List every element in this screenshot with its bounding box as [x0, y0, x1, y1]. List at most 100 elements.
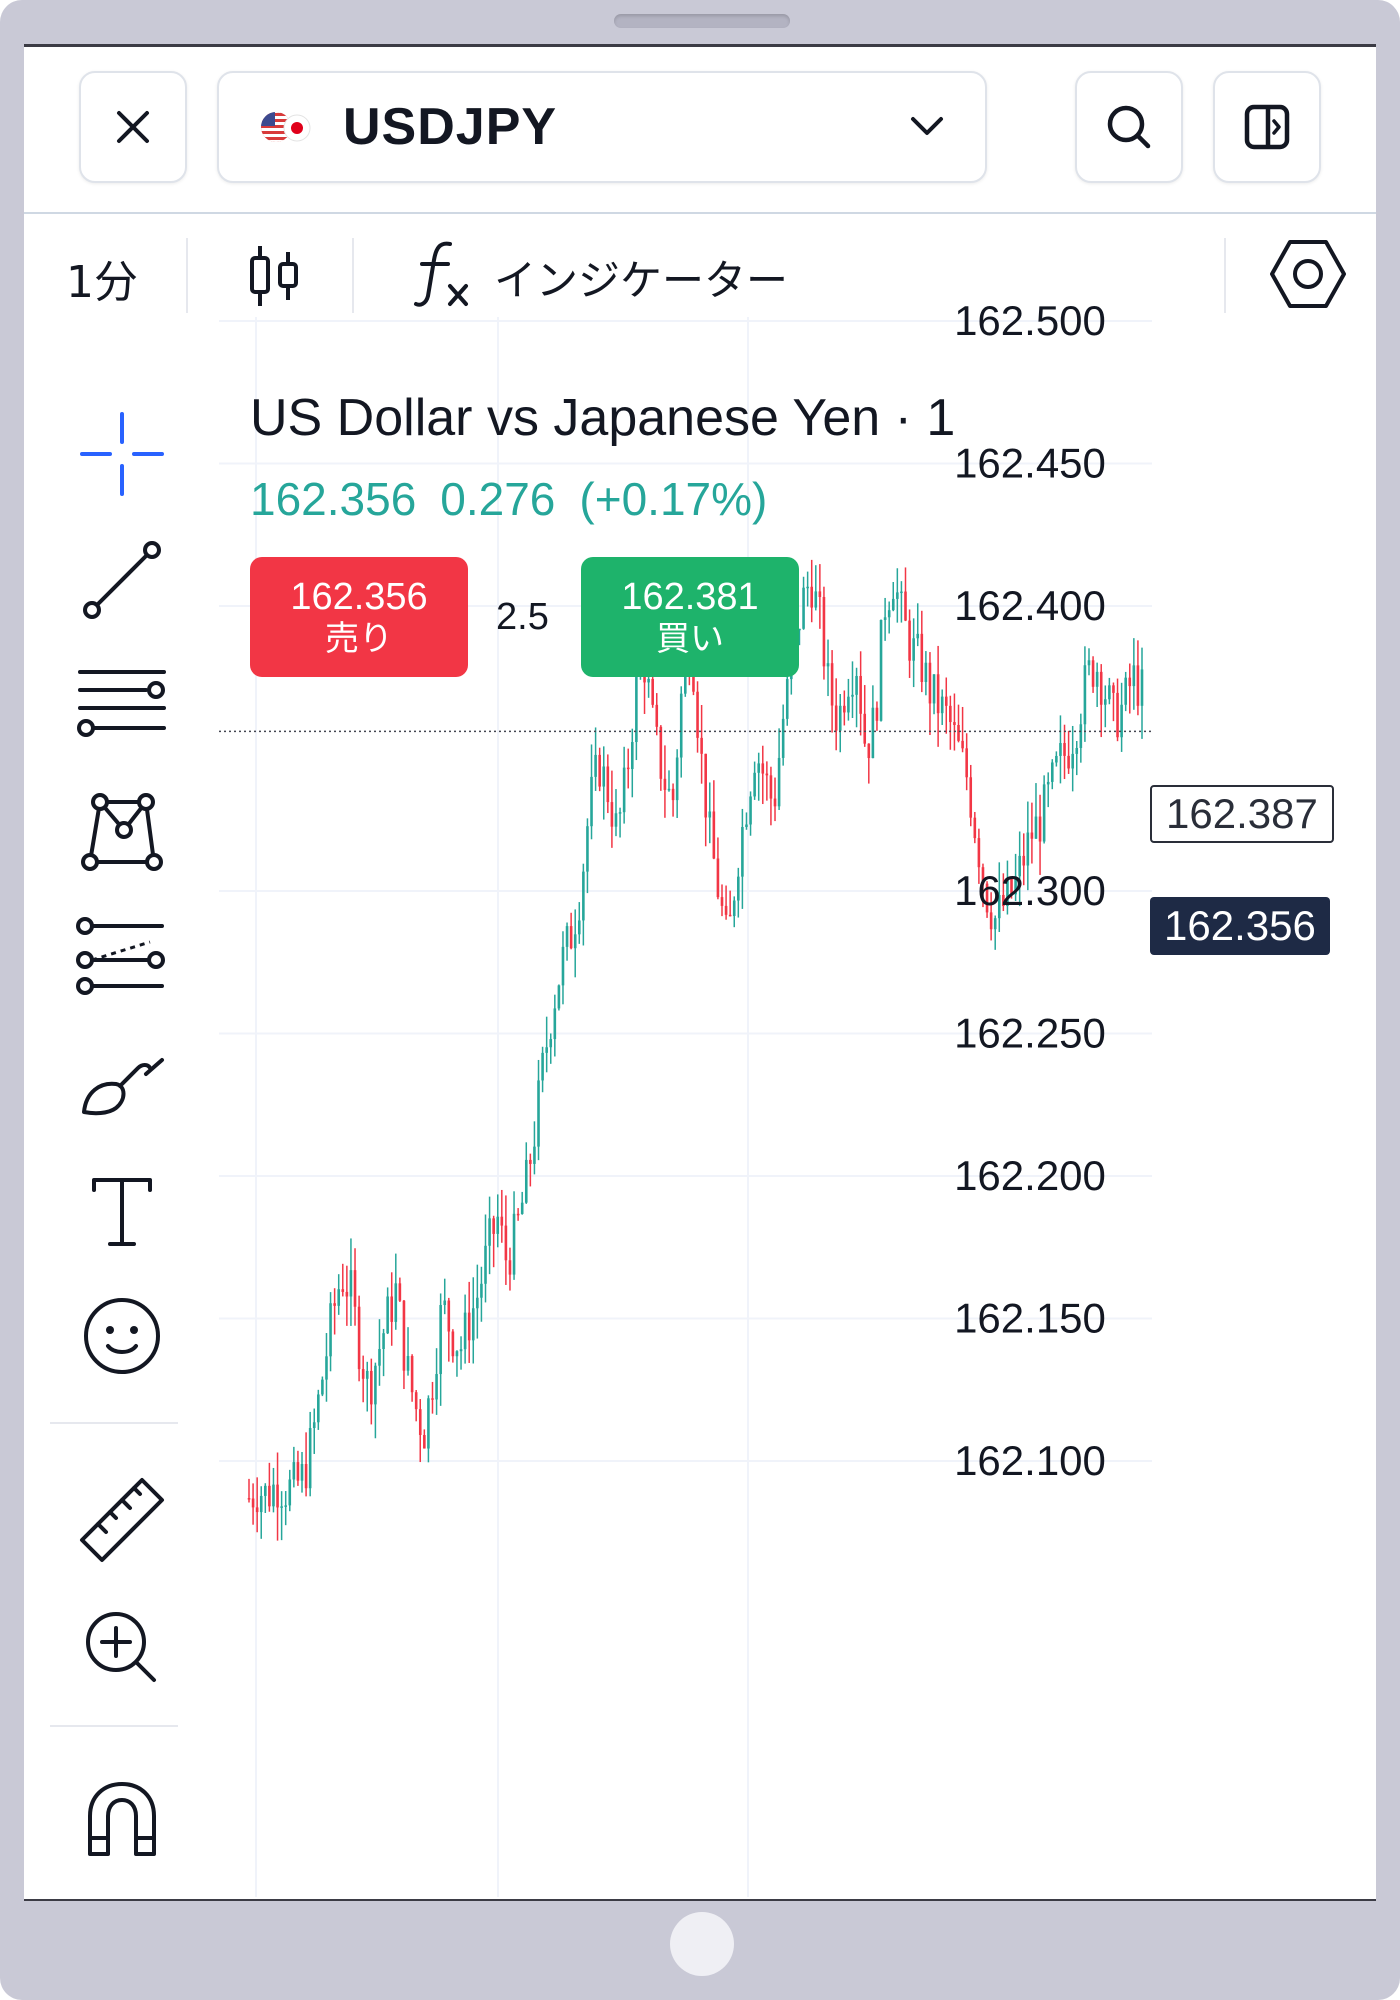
candle-body	[251, 1498, 255, 1508]
candle-body	[296, 1462, 300, 1481]
candle-body	[663, 778, 667, 790]
candle-body	[635, 676, 638, 743]
candle-body	[484, 1245, 487, 1284]
candle-body	[325, 1356, 328, 1380]
candle-body	[1071, 753, 1074, 769]
candle-body	[777, 757, 781, 807]
candle-body	[349, 1270, 353, 1297]
candle-body	[427, 1398, 430, 1449]
emoji-tool[interactable]	[74, 1288, 170, 1384]
candle-body	[553, 1008, 557, 1040]
candle-body	[679, 693, 683, 758]
trend-line-tool[interactable]	[74, 532, 170, 628]
candle-body	[476, 1297, 479, 1309]
candle-body	[696, 691, 699, 738]
candle-body	[830, 663, 834, 706]
candle-body	[586, 826, 589, 872]
fib-tool[interactable]	[74, 910, 170, 1006]
price-axis-tick-label: 162.400	[954, 582, 1106, 629]
candle-body	[447, 1300, 451, 1332]
candle-body	[712, 811, 716, 859]
candle-body	[480, 1283, 483, 1298]
legend-change-percent: (+0.17%)	[579, 473, 768, 525]
panel-toggle-button[interactable]	[1213, 71, 1321, 183]
crosshair-tool[interactable]	[74, 406, 170, 502]
candle-body	[912, 638, 915, 661]
settings-icon[interactable]	[1270, 238, 1346, 310]
candle-body	[1030, 832, 1034, 839]
indicators-button[interactable]: インジケーター	[494, 247, 788, 308]
candle-body	[577, 920, 581, 935]
candle-body	[247, 1498, 251, 1500]
candle-body	[496, 1216, 500, 1234]
candle-body	[1112, 685, 1115, 693]
candle-body	[259, 1495, 263, 1513]
buy-button[interactable]: 162.381 買い	[581, 557, 799, 677]
candle-body	[345, 1291, 349, 1297]
candle-body	[757, 763, 761, 773]
price-axis: 162.500162.450162.400162.300162.250162.2…	[954, 297, 1106, 1484]
close-button[interactable]	[79, 71, 187, 183]
interval-selector[interactable]: 1分	[66, 246, 138, 310]
candle-body	[1022, 855, 1026, 866]
emoji-icon	[84, 1298, 160, 1374]
fib-icon	[76, 917, 165, 995]
high-price-tag: 162.387	[1150, 785, 1334, 843]
device-home-button[interactable]	[670, 1912, 734, 1976]
candle-body	[732, 900, 736, 917]
candle-body	[949, 705, 952, 723]
symbol-selector[interactable]: USDJPY	[217, 71, 987, 183]
candle-body	[969, 777, 973, 818]
candle-body	[463, 1312, 467, 1350]
candle-body	[675, 757, 679, 801]
device-frame: 162.500 162.450 162.400 162.300 162.250 162.2…	[0, 0, 1400, 2000]
candle-body	[1104, 699, 1107, 705]
candle-body	[1108, 685, 1111, 700]
indicators-fx-icon[interactable]	[412, 238, 476, 310]
close-icon	[117, 111, 149, 143]
candle-body	[378, 1349, 381, 1366]
candle-body	[1120, 704, 1123, 738]
candle-body	[932, 674, 936, 704]
magnet-tool[interactable]	[74, 1770, 170, 1866]
sell-button[interactable]: 162.356 売り	[250, 557, 468, 677]
candle-body	[300, 1464, 304, 1481]
candle-body	[455, 1351, 459, 1357]
candle-body	[953, 722, 956, 725]
candle-body	[883, 617, 887, 620]
candle-body	[826, 663, 830, 667]
trend-line-icon	[83, 541, 161, 619]
price-chart[interactable]: 162.500162.450162.400162.300162.250162.2…	[24, 47, 1376, 1899]
candle-body	[590, 776, 593, 827]
candle-body	[317, 1394, 320, 1423]
pattern-tool[interactable]	[74, 784, 170, 880]
measure-tool[interactable]	[74, 1472, 170, 1568]
text-tool[interactable]	[74, 1162, 170, 1258]
chart-type-candles-icon[interactable]	[246, 244, 302, 308]
candle-body	[1099, 671, 1103, 705]
candle-body	[940, 696, 944, 714]
chevron-down-icon	[911, 117, 943, 135]
candle-body	[781, 718, 785, 758]
candle-body	[1087, 660, 1091, 666]
toolbar-divider	[1224, 238, 1226, 313]
candle-body	[594, 754, 597, 777]
candle-body	[843, 705, 846, 713]
legend-change: 0.276	[440, 473, 556, 525]
candle-body	[704, 753, 707, 818]
candle-body	[822, 596, 826, 667]
search-button[interactable]	[1075, 71, 1183, 183]
candle-body	[785, 679, 789, 719]
brush-tool[interactable]	[74, 1036, 170, 1132]
zoom-in-tool[interactable]	[74, 1600, 170, 1696]
candle-body	[936, 674, 940, 714]
candle-body	[724, 905, 728, 915]
candle-body	[916, 633, 920, 639]
candle-body	[630, 742, 634, 770]
candle-body	[520, 1202, 524, 1214]
candle-body	[1067, 755, 1070, 769]
candle-body	[989, 912, 993, 930]
horizontal-lines-tool[interactable]	[74, 658, 170, 754]
candle-body	[459, 1349, 463, 1352]
candle-body	[488, 1218, 491, 1246]
